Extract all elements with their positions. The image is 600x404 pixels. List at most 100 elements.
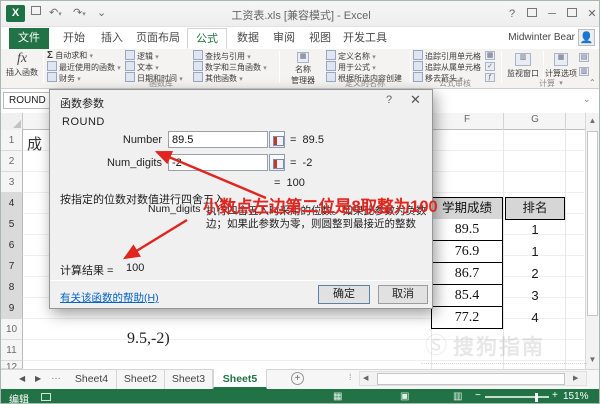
dialog-help-icon[interactable]: ? — [386, 94, 392, 106]
zoom-out-icon[interactable]: − — [475, 390, 481, 401]
tab-view[interactable]: 视图 — [303, 28, 337, 49]
zoom-level[interactable]: 151% — [563, 391, 589, 402]
error-checking-icon[interactable]: ✓ — [485, 62, 495, 71]
sheet-tab-sheet3[interactable]: Sheet3 — [165, 369, 213, 389]
restore-button[interactable] — [563, 6, 581, 22]
tab-page-layout[interactable]: 页面布局 — [131, 28, 185, 49]
sheet-tab-sheet5[interactable]: Sheet5 — [213, 369, 267, 389]
cell-f8[interactable]: 85.4 — [431, 285, 503, 307]
math-trig-button[interactable]: 数学和三角函数 ▾ — [193, 61, 267, 72]
calculate-now-icon[interactable]: ▤ — [579, 53, 589, 62]
qat-customize-icon[interactable]: ⌄ — [97, 6, 106, 19]
logical-button[interactable]: 逻辑 ▾ — [125, 50, 159, 61]
scroll-down-icon[interactable]: ▼ — [585, 353, 600, 367]
cell-f7[interactable]: 86.7 — [431, 263, 503, 285]
num-digits-input[interactable]: -2 — [168, 154, 268, 171]
tab-scrollbar-splitter[interactable]: ⁞ — [349, 372, 352, 382]
tab-review[interactable]: 审阅 — [267, 28, 301, 49]
minimize-button[interactable]: ─ — [543, 6, 561, 22]
row-header-3[interactable]: 3 — [1, 172, 23, 193]
editing-cell-formula-text[interactable]: 9.5,-2) — [127, 330, 170, 348]
row-header-1[interactable]: 1 — [1, 130, 23, 151]
help-button[interactable]: ? — [503, 6, 521, 22]
formula-bar-expand-icon[interactable]: ⌄ — [583, 94, 591, 105]
dialog-close-icon[interactable]: ✕ — [410, 92, 421, 108]
function-help-link[interactable]: 有关该函数的帮助(H) — [60, 290, 159, 305]
tab-formulas[interactable]: 公式 — [187, 28, 227, 49]
row-header-8[interactable]: 8 — [1, 277, 23, 298]
redo-icon[interactable]: ↷▾ — [73, 6, 86, 19]
cell-f-header[interactable]: 学期成绩 — [431, 197, 503, 220]
zoom-slider-handle[interactable] — [535, 393, 538, 402]
sheet-tab-sheet4[interactable]: Sheet4 — [67, 369, 117, 389]
macro-record-icon[interactable] — [41, 393, 51, 401]
cell-f9[interactable]: 77.2 — [431, 307, 503, 329]
number-input[interactable]: 89.5 — [168, 131, 268, 148]
normal-view-icon[interactable]: ▦ — [333, 391, 342, 402]
trace-dependents-button[interactable]: 追踪从属单元格 — [413, 61, 481, 72]
sheet-nav-right-icon[interactable]: ▶ — [35, 374, 41, 383]
column-header-F[interactable]: F — [431, 114, 503, 125]
row-header-12[interactable]: 12 — [1, 361, 23, 369]
tab-file[interactable]: 文件 — [9, 28, 49, 49]
row-header-10[interactable]: 10 — [1, 319, 23, 340]
tab-insert[interactable]: 插入 — [95, 28, 129, 49]
row-header-11[interactable]: 11 — [1, 340, 23, 361]
zoom-in-icon[interactable]: + — [552, 390, 558, 401]
lookup-reference-button[interactable]: 查找与引用 ▾ — [193, 50, 251, 61]
tab-home[interactable]: 开始 — [57, 28, 91, 49]
name-box[interactable]: ROUND — [3, 92, 55, 109]
text-button[interactable]: 文本 ▾ — [125, 61, 159, 72]
zoom-slider[interactable] — [485, 396, 549, 398]
tab-developer[interactable]: 开发工具 — [339, 28, 391, 49]
new-sheet-icon[interactable]: + — [291, 372, 304, 385]
avatar[interactable]: 👤 — [578, 29, 595, 46]
recent-functions-button[interactable]: 最近使用的函数 ▾ — [47, 61, 121, 72]
sheet-nav-more-icon[interactable]: … — [51, 371, 61, 382]
scroll-right-icon[interactable]: ▶ — [573, 374, 578, 382]
cell-g9[interactable]: 4 — [505, 307, 565, 329]
financial-button[interactable]: 财务 ▾ — [47, 72, 81, 83]
range-picker-icon[interactable] — [269, 131, 285, 148]
row-header-2[interactable]: 2 — [1, 151, 23, 172]
cell-g6[interactable]: 1 — [505, 241, 565, 263]
insert-function-button[interactable]: fx 插入函数 — [3, 51, 41, 85]
row-header-9[interactable]: 9 — [1, 298, 23, 319]
define-name-button[interactable]: 定义名称 ▾ — [326, 50, 376, 61]
sheet-nav-left-icon[interactable]: ◀ — [19, 374, 25, 383]
cell-g8[interactable]: 3 — [505, 285, 565, 307]
row-header-7[interactable]: 7 — [1, 256, 23, 277]
scroll-left-icon[interactable]: ◀ — [363, 374, 368, 382]
name-manager-button[interactable]: ▦ 名称 管理器 — [282, 51, 324, 85]
ok-button[interactable]: 确定 — [318, 285, 370, 304]
cell-g5[interactable]: 1 — [505, 219, 565, 241]
show-formulas-icon[interactable]: ▦ — [485, 51, 495, 60]
row-header-4[interactable]: 4 — [1, 193, 23, 214]
use-in-formula-button[interactable]: 用于公式 ▾ — [326, 61, 376, 72]
cell-g-header[interactable]: 排名 — [505, 197, 565, 220]
cell-f5[interactable]: 89.5 — [431, 219, 503, 241]
trace-precedents-button[interactable]: 追踪引用单元格 — [413, 50, 481, 61]
tab-data[interactable]: 数据 — [231, 28, 265, 49]
undo-icon[interactable]: ↶▾ — [49, 6, 62, 19]
account-name[interactable]: Midwinter Bear — [508, 32, 575, 43]
cell-f6[interactable]: 76.9 — [431, 241, 503, 263]
page-break-view-icon[interactable]: ▥ — [453, 391, 462, 402]
select-all-corner[interactable] — [1, 113, 23, 130]
vertical-scrollbar-thumb[interactable] — [587, 131, 598, 316]
row-header-5[interactable]: 5 — [1, 214, 23, 235]
scroll-up-icon[interactable]: ▲ — [585, 114, 600, 128]
calculate-sheet-icon[interactable]: ▥ — [579, 67, 589, 76]
range-picker-icon[interactable] — [269, 154, 285, 171]
page-layout-view-icon[interactable]: ▣ — [400, 391, 409, 402]
collapse-ribbon-icon[interactable]: ⌃ — [589, 78, 596, 87]
cancel-button[interactable]: 取消 — [378, 285, 428, 304]
horizontal-scrollbar-thumb[interactable] — [377, 373, 565, 385]
column-header-G[interactable]: G — [505, 114, 565, 125]
ribbon-display-options-button[interactable] — [523, 6, 541, 22]
cell-g7[interactable]: 2 — [505, 263, 565, 285]
autosum-button[interactable]: Σ 自动求和 ▾ — [47, 50, 93, 61]
sheet-tab-sheet2[interactable]: Sheet2 — [117, 369, 165, 389]
close-button[interactable]: ✕ — [583, 6, 600, 22]
row-header-6[interactable]: 6 — [1, 235, 23, 256]
